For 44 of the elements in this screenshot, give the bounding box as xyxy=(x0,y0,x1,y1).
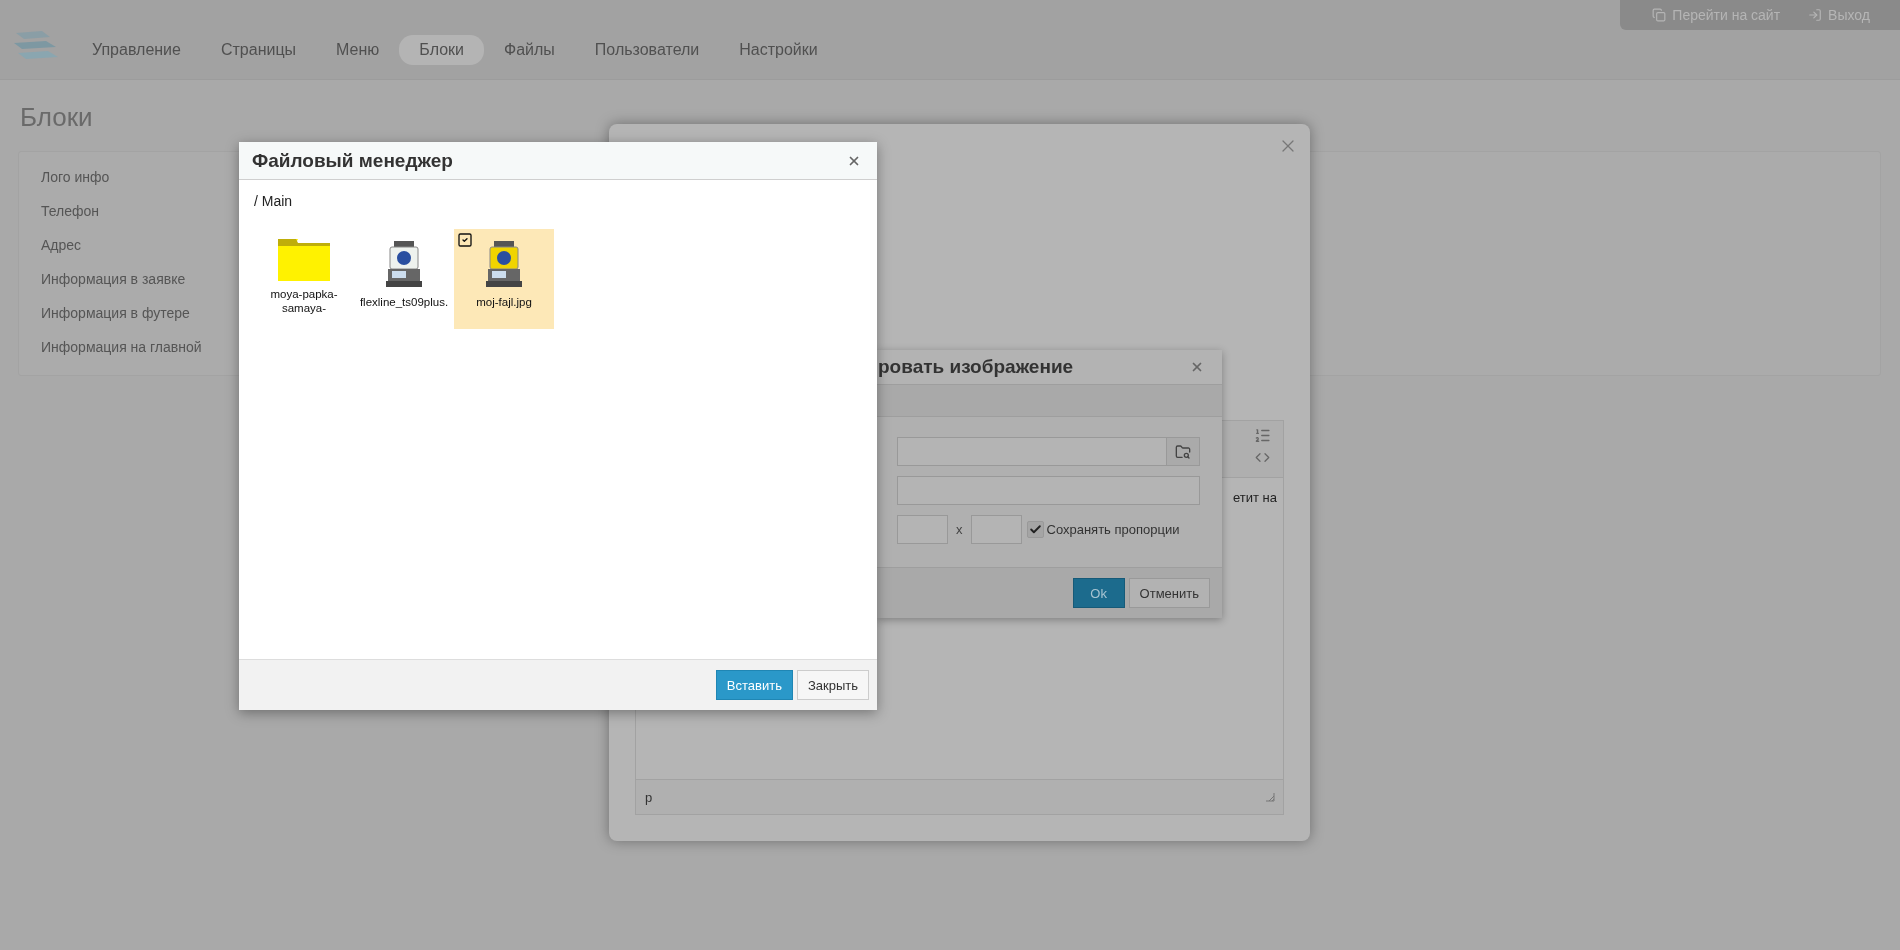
insert-button[interactable]: Вставить xyxy=(715,670,793,700)
nav-tab[interactable]: Управление xyxy=(72,35,201,65)
pages-icon xyxy=(1652,8,1667,22)
close-icon xyxy=(1190,360,1204,374)
nav-tab[interactable]: Настройки xyxy=(719,35,838,65)
ordered-list-button[interactable] xyxy=(1254,427,1271,444)
breadcrumb-path: / Main xyxy=(254,193,294,209)
width-field[interactable] xyxy=(897,515,948,544)
nav-tab[interactable]: Меню xyxy=(316,35,400,65)
check-icon xyxy=(1028,523,1042,536)
cancel-button[interactable]: Отменить xyxy=(1128,578,1210,608)
file-tile[interactable]: moj-fajl.jpg xyxy=(454,229,554,329)
code-icon xyxy=(1255,450,1270,465)
size-separator: x xyxy=(956,522,963,537)
file-name: flexline_ts09plus. xyxy=(358,295,450,309)
dialog-title: Файловый менеджер xyxy=(252,149,453,172)
nav-tab[interactable]: Блоки xyxy=(399,35,484,65)
close-button[interactable] xyxy=(1190,360,1204,374)
nav-tab[interactable]: Пользователи xyxy=(574,35,720,65)
exit-icon xyxy=(1808,8,1823,22)
nav-tab[interactable]: Страницы xyxy=(200,35,317,65)
checkbox[interactable] xyxy=(1026,521,1044,538)
ordered-list-icon xyxy=(1254,427,1271,444)
editor-text: етит на xyxy=(1233,490,1277,507)
resize-grip-icon xyxy=(1265,792,1275,802)
code-button[interactable] xyxy=(1255,450,1270,465)
checkbox-icon xyxy=(457,232,473,248)
file-name: moj-fajl.jpg xyxy=(475,295,533,309)
browse-button[interactable] xyxy=(1167,437,1200,466)
folder-search-icon xyxy=(1175,443,1191,460)
file-name: moya-papka-samaya- xyxy=(269,287,339,315)
height-field[interactable] xyxy=(970,515,1022,544)
element-path: p xyxy=(645,789,653,805)
nav-tab[interactable]: Файлы xyxy=(484,35,575,65)
ok-button[interactable]: Ok xyxy=(1072,578,1125,608)
close-dialog-button[interactable]: Закрыть xyxy=(796,670,869,700)
dialog-title: ровать изображение xyxy=(878,356,1074,378)
file-tile[interactable]: flexline_ts09plus. xyxy=(354,229,454,329)
page-title: Блоки xyxy=(20,102,94,133)
checkbox-label: Сохранять пропорции xyxy=(1046,522,1180,537)
url-field[interactable] xyxy=(897,437,1167,466)
description-field[interactable] xyxy=(897,476,1200,505)
file-tile[interactable]: moya-papka-samaya- xyxy=(254,229,354,329)
folder-icon xyxy=(278,239,330,281)
